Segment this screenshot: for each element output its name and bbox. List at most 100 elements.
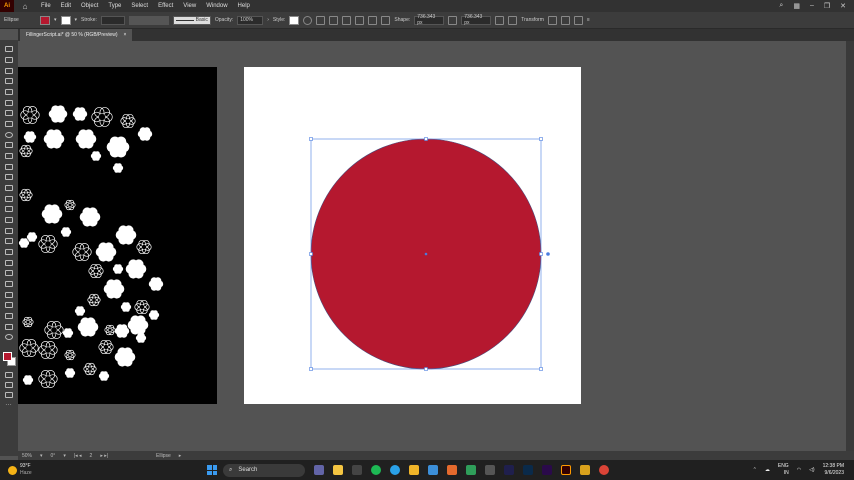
menu-select[interactable]: Select (126, 3, 153, 9)
file-explorer-icon[interactable] (333, 465, 343, 475)
handle-bottom-mid[interactable] (424, 367, 428, 371)
teams-chat-icon[interactable] (314, 465, 324, 475)
menu-help[interactable]: Help (233, 3, 255, 9)
premiere-icon[interactable] (542, 465, 552, 475)
handle-mid-right[interactable] (539, 252, 543, 256)
menu-view[interactable]: View (178, 3, 201, 9)
bounding-icon[interactable] (508, 15, 518, 25)
language-indicator[interactable]: ENG IN (778, 463, 789, 477)
gradient-tool-icon[interactable] (5, 249, 13, 255)
symbol-sprayer-tool-icon[interactable] (5, 281, 13, 287)
color-mode-icon[interactable] (5, 372, 13, 378)
artboard-number-field[interactable]: 2 (90, 453, 93, 459)
close-tab-icon[interactable]: × (124, 32, 127, 38)
more-tools-icon[interactable]: … (5, 400, 12, 407)
constrain-icon[interactable] (495, 15, 505, 25)
folder-icon[interactable] (409, 465, 419, 475)
artboard-circle[interactable] (244, 67, 581, 404)
rotate-tool-icon[interactable] (5, 174, 13, 180)
menu-type[interactable]: Type (103, 3, 126, 9)
weather-widget[interactable]: 93°F Haze (0, 463, 200, 477)
blend-tool-icon[interactable] (5, 270, 13, 276)
style-swatch[interactable] (289, 15, 300, 25)
zoom-field[interactable]: 50% (22, 453, 32, 459)
chevron-up-icon[interactable]: ⌃ (753, 467, 757, 473)
align-middle-icon[interactable] (368, 15, 378, 25)
next-artboard-icon[interactable]: ▸ ▸| (100, 453, 108, 459)
wifi-icon[interactable]: ◠ (797, 467, 801, 473)
chevron-down-icon[interactable]: ▾ (40, 453, 43, 459)
shaper-tool-icon[interactable] (5, 153, 13, 159)
opacity-field[interactable]: 100% (237, 15, 264, 25)
fill-swatch[interactable] (40, 15, 50, 25)
app-dark-icon[interactable] (485, 465, 495, 475)
vertical-scrollbar[interactable] (846, 41, 854, 451)
chevron-down-icon[interactable]: ▾ (54, 17, 57, 23)
brush-field[interactable]: Basic (172, 15, 211, 25)
camera-icon[interactable] (352, 465, 362, 475)
line-tool-icon[interactable] (5, 121, 13, 127)
menu-object[interactable]: Object (76, 3, 103, 9)
cloud-icon[interactable]: ☁ (765, 467, 770, 473)
handle-top-right[interactable] (539, 137, 543, 141)
lasso-tool-icon[interactable] (5, 78, 13, 84)
stroke-swatch[interactable] (60, 15, 71, 25)
handle-bottom-left[interactable] (309, 367, 313, 371)
chevron-down-icon[interactable]: ▾ (63, 453, 66, 459)
app-yellow-icon[interactable] (580, 465, 590, 475)
illustrator-taskbar-icon[interactable] (561, 465, 571, 475)
align-bottom-icon[interactable] (381, 15, 391, 25)
control-menu-icon[interactable]: ≡ (587, 17, 590, 23)
selection-tool-icon[interactable] (5, 46, 13, 52)
mesh-tool-icon[interactable] (5, 238, 13, 244)
draw-mode-icon[interactable] (5, 382, 13, 388)
align-top-icon[interactable] (355, 15, 365, 25)
width-field[interactable]: 736.343 px (414, 14, 445, 26)
taskbar-search[interactable]: ⌕ Search (223, 463, 305, 477)
search-icon[interactable]: ⌕ (779, 2, 783, 10)
prev-artboard-icon[interactable]: |◂ ◂ (74, 453, 82, 459)
stroke-weight-field[interactable] (100, 15, 125, 25)
spotify-icon[interactable] (371, 465, 381, 475)
recolor-icon[interactable] (303, 15, 313, 25)
menu-effect[interactable]: Effect (153, 3, 178, 9)
eraser-tool-icon[interactable] (5, 164, 13, 170)
pie-widget[interactable] (546, 252, 550, 256)
type-tool-icon[interactable] (5, 110, 13, 116)
store-icon[interactable] (428, 465, 438, 475)
handle-top-mid[interactable] (424, 137, 428, 141)
menu-window[interactable]: Window (201, 3, 232, 9)
shape-builder-tool-icon[interactable] (5, 217, 13, 223)
link-icon[interactable] (448, 15, 458, 25)
pen-tool-icon[interactable] (5, 89, 13, 95)
fill-color-icon[interactable] (3, 352, 12, 361)
align-center-icon[interactable] (329, 15, 339, 25)
chevron-right-icon[interactable]: › (267, 17, 269, 23)
app-green-icon[interactable] (466, 465, 476, 475)
isolate-icon[interactable] (560, 15, 570, 25)
eyedropper-tool-icon[interactable] (5, 260, 13, 266)
transform-label[interactable]: Transform (521, 17, 544, 23)
direct-selection-tool-icon[interactable] (5, 57, 13, 63)
graph-tool-icon[interactable] (5, 292, 13, 298)
menu-file[interactable]: File (36, 3, 56, 9)
home-icon[interactable]: ⌂ (14, 2, 36, 11)
minimize-icon[interactable]: – (810, 2, 814, 10)
handle-mid-left[interactable] (309, 252, 313, 256)
restore-icon[interactable]: ❐ (824, 2, 830, 10)
close-icon[interactable]: ✕ (840, 2, 846, 10)
artboard-flowers[interactable] (18, 67, 217, 404)
workspace-icon[interactable]: ▦ (793, 2, 800, 10)
align-right-icon[interactable] (342, 15, 352, 25)
photoshop-icon[interactable] (523, 465, 533, 475)
edge-icon[interactable] (390, 465, 400, 475)
scale-tool-icon[interactable] (5, 185, 13, 191)
windows-start-icon[interactable] (207, 465, 217, 475)
after-effects-icon[interactable] (504, 465, 514, 475)
zoom-tool-icon[interactable] (5, 334, 13, 340)
handle-bottom-right[interactable] (539, 367, 543, 371)
volume-icon[interactable]: ◁) (809, 467, 815, 473)
free-transform-tool-icon[interactable] (5, 206, 13, 212)
align-left-icon[interactable] (316, 15, 326, 25)
curvature-tool-icon[interactable] (5, 100, 13, 106)
